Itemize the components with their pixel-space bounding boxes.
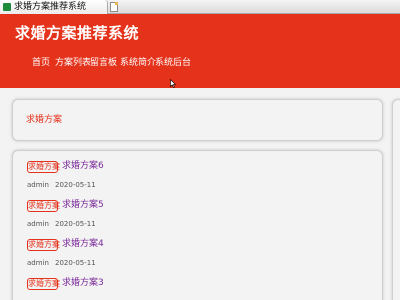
category-tag[interactable]: 求婚方案 [27,278,60,290]
item-title-link[interactable]: 求婚方案6 [62,160,104,173]
section-title[interactable]: 求婚方案 [26,114,62,126]
item-title-link[interactable]: 求婚方案3 [62,277,104,290]
site-title: 求婚方案推荐系统 [15,24,140,42]
item-author: admin [27,181,49,189]
browser-tab-strip: 求婚方案推荐系统 [0,0,400,14]
category-tag[interactable]: 求婚方案 [27,239,60,251]
browser-tab-title: 求婚方案推荐系统 [14,2,87,12]
item-author: admin [27,259,49,267]
list-item: 求婚方案 求婚方案6 admin 2020-05-11 [27,158,367,196]
browser-tab[interactable]: 求婚方案推荐系统 [0,0,108,14]
list-item: 求婚方案 求婚方案5 admin 2020-05-11 [27,197,367,235]
category-tag[interactable]: 求婚方案 [27,200,60,212]
page-favicon-icon [3,3,11,11]
nav-item-admin[interactable]: 系统后台 [155,56,191,70]
nav-item-home[interactable]: 首页 [32,56,50,70]
item-date: 2020-05-11 [55,259,96,267]
mouse-cursor-icon [170,79,176,88]
nav-item-message-board[interactable]: 留言板 [90,56,117,70]
list-item: 求婚方案 求婚方案4 admin 2020-05-11 [27,236,367,274]
site-header: 求婚方案推荐系统 首页 方案列表 留言板 系统简介 系统后台 [0,14,400,88]
category-panel: 求婚方案 [12,99,383,141]
new-tab-document-icon[interactable] [110,2,118,12]
item-date: 2020-05-11 [55,181,96,189]
list-item: 求婚方案 求婚方案3 [27,275,367,300]
item-author: admin [27,220,49,228]
item-date: 2020-05-11 [55,220,96,228]
nav-item-plan-list[interactable]: 方案列表 [55,56,91,70]
plan-list-panel: 求婚方案 求婚方案6 admin 2020-05-11 求婚方案 求婚方案5 a… [12,150,383,300]
sidebar-panel-edge [392,99,400,300]
nav-item-about[interactable]: 系统简介 [120,56,156,70]
item-title-link[interactable]: 求婚方案4 [62,238,104,251]
category-tag[interactable]: 求婚方案 [27,161,60,173]
item-title-link[interactable]: 求婚方案5 [62,199,104,212]
